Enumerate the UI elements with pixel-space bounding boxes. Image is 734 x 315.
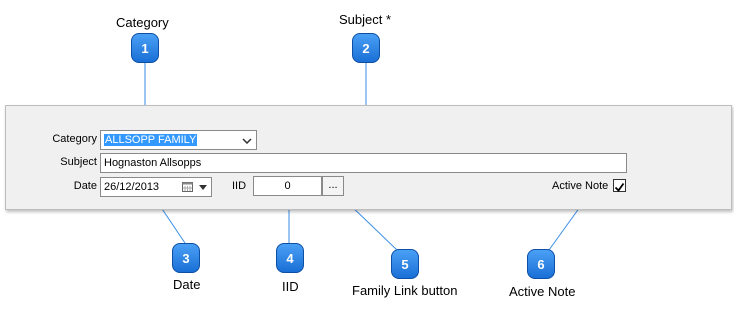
family-link-button[interactable]: ... (322, 176, 344, 196)
category-label: Category (52, 133, 97, 145)
category-dropdown[interactable]: ALLSOPP FAMILY (100, 130, 257, 150)
active-note-checkbox[interactable] (613, 179, 626, 192)
date-value: 26/12/2013 (104, 181, 160, 193)
callout-label-active-note: Active Note (509, 284, 576, 299)
callout-badge-5: 5 (391, 249, 419, 279)
date-picker[interactable]: 26/12/2013 (100, 177, 212, 197)
date-dropdown-arrow-icon[interactable] (199, 185, 207, 190)
date-label: Date (73, 180, 97, 192)
callout-badge-3: 3 (172, 243, 200, 273)
callout-badge-1: 1 (131, 33, 159, 63)
category-value: ALLSOPP FAMILY (104, 134, 198, 146)
chevron-down-icon (242, 138, 252, 144)
checkmark-icon (614, 182, 625, 192)
iid-input[interactable]: 0 (253, 176, 322, 196)
note-form-panel: Category ALLSOPP FAMILY Subject Hognasto… (5, 105, 732, 210)
callout-label-iid: IID (282, 279, 299, 294)
subject-label: Subject (60, 156, 97, 168)
callout-label-subject: Subject * (339, 12, 392, 27)
callout-label-category: Category (116, 15, 169, 30)
callout-badge-2: 2 (352, 33, 380, 63)
callout-label-family-link: Family Link button (352, 283, 458, 298)
iid-label: IID (232, 180, 247, 192)
callout-badge-6: 6 (527, 249, 555, 279)
subject-input[interactable]: Hognaston Allsopps (100, 153, 627, 173)
calendar-icon[interactable] (182, 181, 193, 192)
callout-label-date: Date (173, 277, 201, 292)
active-note-label: Active Note (552, 180, 609, 192)
callout-badge-4: 4 (276, 243, 304, 273)
